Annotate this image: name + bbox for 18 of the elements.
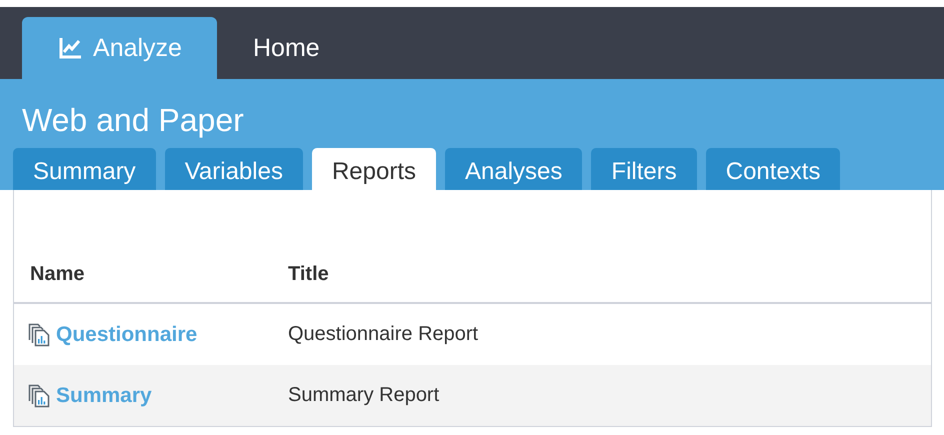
- report-document-icon: [28, 384, 50, 408]
- column-header: Name: [29, 262, 86, 286]
- report-link[interactable]: Questionnaire: [56, 322, 198, 346]
- section-tab[interactable]: Variables: [164, 148, 303, 190]
- nav-tab[interactable]: Analyze: [22, 17, 217, 79]
- section-tab[interactable]: Summary: [13, 148, 156, 190]
- report-link[interactable]: Summary: [56, 384, 152, 408]
- nav-tab[interactable]: Home: [225, 17, 348, 79]
- table-cell: Questionnaire Report: [288, 323, 478, 346]
- section-tab[interactable]: Reports: [312, 148, 436, 190]
- section-tab[interactable]: Analyses: [445, 148, 582, 190]
- table-cell: Summary Report: [288, 384, 440, 407]
- line-chart-icon: [57, 36, 84, 60]
- report-document-icon: [28, 322, 50, 346]
- project-title: Web and Paper: [21, 102, 245, 140]
- section-tab[interactable]: Filters: [591, 148, 697, 190]
- section-tab[interactable]: Contexts: [706, 148, 840, 190]
- column-header: Title: [288, 262, 329, 286]
